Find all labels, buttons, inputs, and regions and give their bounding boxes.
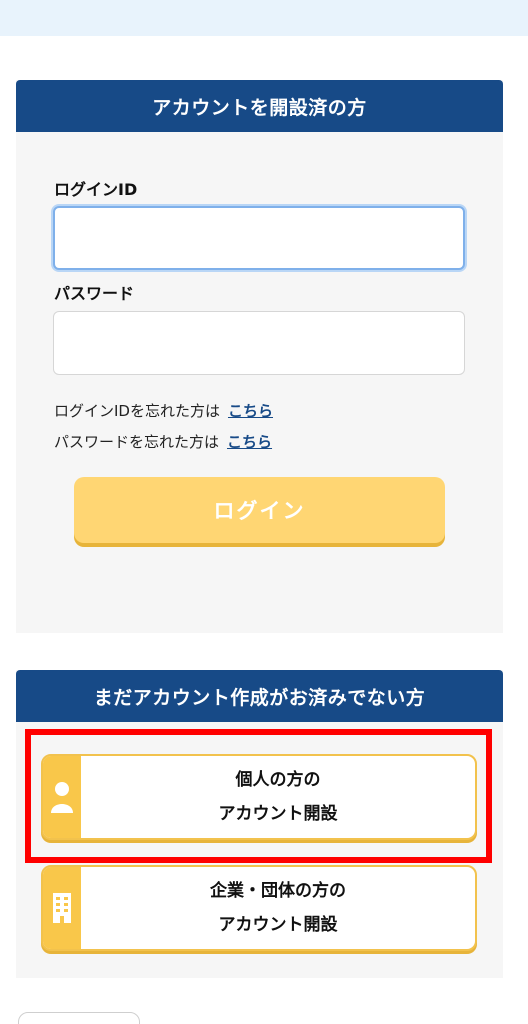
forgot-id-line: ログインIDを忘れた方は こちら (54, 400, 273, 421)
personal-account-button[interactable]: 個人の方の アカウント開設 (41, 754, 477, 840)
forgot-password-link[interactable]: こちら (227, 433, 272, 451)
login-panel-header: アカウントを開設済の方 (16, 80, 503, 132)
forgot-id-link[interactable]: こちら (228, 402, 273, 420)
login-id-label: ログインID (54, 180, 138, 199)
personal-account-line1: 個人の方の (235, 770, 321, 790)
login-id-input[interactable] (53, 206, 465, 270)
building-icon (43, 867, 81, 949)
forgot-id-text: ログインIDを忘れた方は (54, 402, 220, 420)
personal-account-line2: アカウント開設 (218, 804, 338, 824)
login-panel: アカウントを開設済の方 ログインID パスワード ログインIDを忘れた方は こちら… (16, 80, 503, 633)
password-label: パスワード (54, 284, 135, 303)
corporate-account-line1: 企業・団体の方の (210, 881, 346, 901)
bottom-partial-button[interactable] (18, 1012, 140, 1024)
corporate-account-label: 企業・団体の方の アカウント開設 (81, 867, 475, 949)
personal-account-label: 個人の方の アカウント開設 (81, 756, 475, 838)
person-icon (43, 756, 81, 838)
forgot-password-text: パスワードを忘れた方は (54, 433, 220, 451)
top-bar (0, 0, 528, 36)
corporate-account-line2: アカウント開設 (218, 915, 338, 935)
login-button[interactable]: ログイン (74, 477, 445, 543)
corporate-account-button[interactable]: 企業・団体の方の アカウント開設 (41, 865, 477, 951)
password-input[interactable] (53, 311, 465, 375)
forgot-password-line: パスワードを忘れた方は こちら (54, 431, 272, 452)
signup-panel-header: まだアカウント作成がお済みでない方 (16, 670, 503, 722)
